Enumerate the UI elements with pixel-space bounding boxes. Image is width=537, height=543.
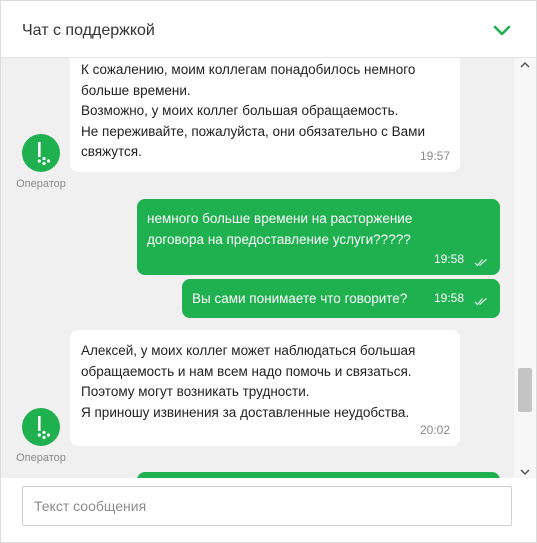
message-scrollbar[interactable] (514, 58, 536, 478)
avatar (22, 408, 60, 446)
avatar (22, 134, 60, 172)
message-time: 19:57 (419, 148, 450, 163)
message-input[interactable] (22, 486, 512, 526)
scroll-down-icon[interactable] (519, 468, 531, 476)
operator-avatar-block: Оператор (6, 408, 76, 464)
chat-header: Чат с поддержкой (1, 1, 536, 58)
double-check-icon (474, 259, 487, 267)
message-composer (1, 478, 536, 542)
scroll-up-icon[interactable] (519, 61, 531, 69)
operator-logo-icon (37, 142, 51, 166)
chat-title: Чат с поддержкой (22, 22, 155, 39)
operator-avatar-block: Оператор (6, 134, 76, 190)
operator-message: К сожалению, моим коллегам понадобилось … (70, 58, 460, 172)
message-time: 19:58 (433, 290, 464, 305)
support-chat-window: Чат с поддержкой К сожалению, моим колле… (0, 0, 537, 543)
user-message: немного больше времени на расторжение до… (137, 199, 500, 275)
message-time: 19:58 (433, 251, 464, 266)
collapse-button[interactable] (487, 19, 517, 41)
scroll-thumb[interactable] (518, 368, 532, 412)
operator-message: Алексей, у моих коллег может наблюдаться… (70, 330, 460, 446)
message-text: немного больше времени на расторжение до… (147, 211, 413, 247)
message-text: Алексей, у моих коллег может наблюдаться… (81, 343, 416, 420)
message-time: 20:02 (419, 422, 450, 437)
message-list: К сожалению, моим коллегам понадобилось … (1, 58, 514, 478)
operator-logo-icon (37, 416, 51, 440)
user-message: Вы сами понимаете что говорите? 19:58 (182, 279, 500, 318)
operator-label: Оператор (16, 452, 66, 464)
chevron-down-icon (493, 25, 511, 35)
double-check-icon (474, 298, 487, 306)
operator-label: Оператор (16, 178, 66, 190)
message-text: К сожалению, моим коллегам понадобилось … (81, 62, 425, 159)
